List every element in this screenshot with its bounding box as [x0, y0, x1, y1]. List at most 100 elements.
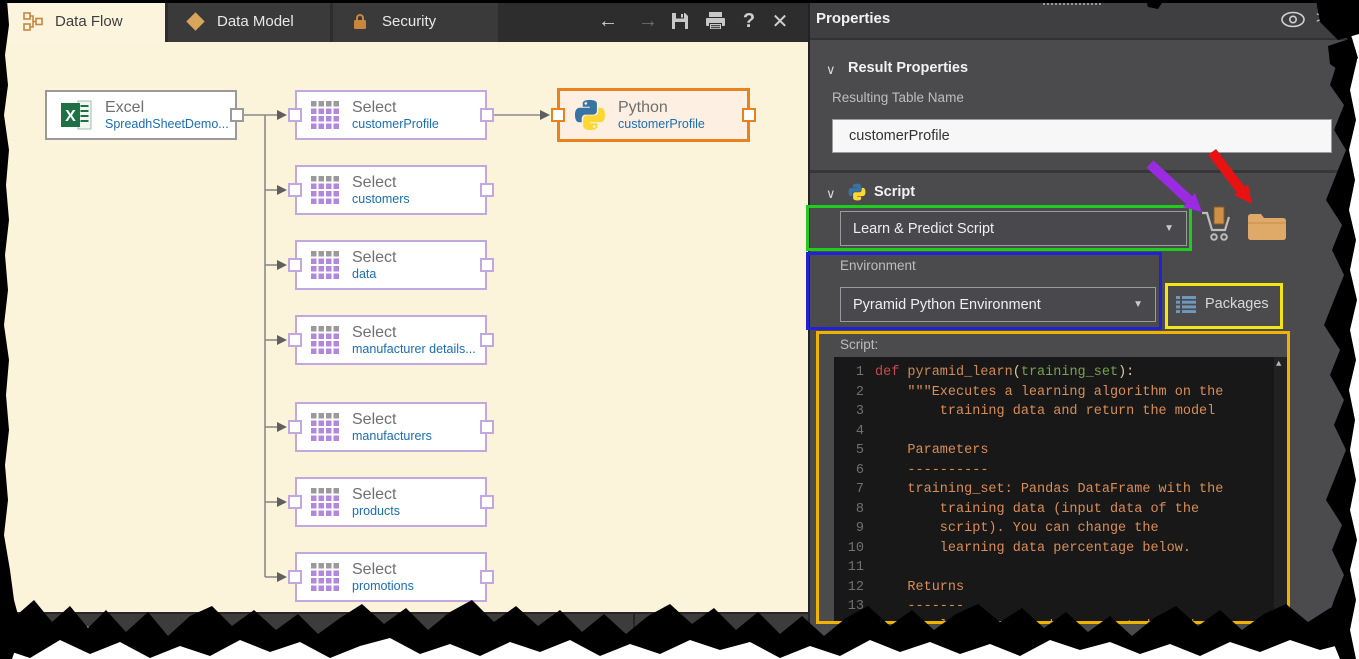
- output-port[interactable]: [230, 108, 244, 122]
- collapse-panel-chevron-icon[interactable]: >: [1316, 8, 1326, 28]
- lock-icon: [349, 11, 371, 31]
- code-lines: 1def pyramid_learn(training_set):2 """Ex…: [834, 357, 1288, 621]
- node-subtitle: customers: [352, 192, 410, 206]
- select-node-manufacturer-details[interactable]: Select manufacturer details...: [295, 315, 487, 365]
- table-grid-icon: [311, 413, 340, 442]
- close-button[interactable]: ✕: [762, 0, 798, 42]
- environment-dropdown[interactable]: Pyramid Python Environment ▼: [840, 287, 1156, 322]
- select-node-promotions[interactable]: Select promotions: [295, 552, 487, 602]
- environment-label: Environment: [840, 258, 916, 273]
- open-folder-icon[interactable]: [1247, 211, 1287, 241]
- node-title: Select: [352, 99, 439, 117]
- node-subtitle: manufacturer details...: [352, 342, 476, 356]
- python-icon: [848, 183, 866, 201]
- node-subtitle: customerProfile: [352, 117, 439, 131]
- resulting-table-name-input[interactable]: customerProfile: [832, 119, 1332, 153]
- output-port[interactable]: [480, 258, 494, 272]
- input-port[interactable]: [288, 333, 302, 347]
- chevron-down-icon[interactable]: ∨: [826, 62, 836, 78]
- save-button[interactable]: [662, 0, 698, 42]
- select-node-customerProfile[interactable]: Select customerProfile: [295, 90, 487, 140]
- output-port[interactable]: [480, 108, 494, 122]
- output-port[interactable]: [480, 570, 494, 584]
- packages-button[interactable]: Packages: [1176, 295, 1269, 313]
- output-port[interactable]: [480, 495, 494, 509]
- dropdown-caret-icon: ▼: [1164, 223, 1174, 234]
- properties-header: Properties >: [810, 0, 1359, 40]
- divider: [218, 614, 220, 650]
- code-scrollbar[interactable]: ▲: [1274, 357, 1288, 621]
- node-title: Select: [352, 486, 400, 504]
- table-grid-icon: [311, 176, 340, 205]
- bottom-tab-preview[interactable]: Prev...: [66, 622, 104, 637]
- excel-node[interactable]: X Excel SpreadhSheetDemo...: [45, 90, 237, 140]
- tab-data-model[interactable]: Data Model: [168, 0, 330, 42]
- select-node-customers[interactable]: Select customers: [295, 165, 487, 215]
- input-port[interactable]: [551, 108, 565, 122]
- back-button[interactable]: ←: [590, 0, 626, 42]
- bottom-tab-collapsed[interactable]: ∧ M...: [232, 622, 268, 638]
- tab-security[interactable]: Security: [333, 0, 498, 42]
- python-icon: [574, 99, 606, 131]
- node-title: Select: [352, 249, 396, 267]
- node-subtitle: promotions: [352, 579, 414, 593]
- input-port[interactable]: [288, 108, 302, 122]
- input-port[interactable]: [288, 183, 302, 197]
- chevron-up-icon: ∧: [232, 622, 242, 637]
- tab-bar: Data Flow Data Model Security ← →: [0, 0, 808, 42]
- print-button[interactable]: [697, 0, 733, 42]
- input-port[interactable]: [288, 570, 302, 584]
- input-port[interactable]: [288, 420, 302, 434]
- app-window: Data Flow Data Model Security ← →: [0, 0, 1359, 659]
- node-subtitle: SpreadhSheetDemo...: [105, 117, 229, 131]
- table-grid-icon: [311, 251, 340, 280]
- scroll-up-icon: ▲: [1276, 359, 1281, 369]
- script-type-dropdown[interactable]: Learn & Predict Script ▼: [840, 211, 1187, 246]
- resulting-table-name-label: Resulting Table Name: [832, 90, 964, 105]
- tab-data-flow[interactable]: Data Flow: [6, 0, 165, 42]
- output-port[interactable]: [480, 420, 494, 434]
- node-subtitle: data: [352, 267, 396, 281]
- node-title: Python: [618, 99, 705, 117]
- chevron-down-icon[interactable]: ∨: [826, 186, 836, 202]
- save-icon: [670, 11, 690, 31]
- script-label: Script:: [840, 337, 878, 352]
- node-title: Select: [352, 324, 476, 342]
- result-properties-title[interactable]: Result Properties: [848, 60, 968, 76]
- python-node[interactable]: Python customerProfile: [557, 88, 750, 142]
- script-section-title[interactable]: Script: [874, 184, 915, 200]
- bottom-bar: Prev... ∧ M...: [0, 612, 808, 650]
- node-title: Select: [352, 174, 410, 192]
- input-port[interactable]: [288, 258, 302, 272]
- script-code-editor[interactable]: 1def pyramid_learn(training_set):2 """Ex…: [834, 357, 1288, 621]
- node-title: Select: [352, 411, 432, 429]
- divider: [445, 614, 447, 650]
- output-port[interactable]: [480, 333, 494, 347]
- data-model-icon: [184, 11, 206, 31]
- select-node-manufacturers[interactable]: Select manufacturers: [295, 402, 487, 452]
- marketplace-cart-icon[interactable]: [1200, 205, 1232, 245]
- drag-handle[interactable]: [1043, 3, 1101, 5]
- output-port[interactable]: [480, 183, 494, 197]
- select-node-data[interactable]: Select data: [295, 240, 487, 290]
- data-flow-icon: [22, 11, 44, 31]
- node-subtitle: products: [352, 504, 400, 518]
- excel-icon: X: [61, 100, 93, 130]
- node-title: Select: [352, 561, 414, 579]
- forward-button[interactable]: →: [630, 0, 666, 42]
- data-flow-canvas[interactable]: X Excel SpreadhSheetDemo... Select custo…: [0, 42, 808, 612]
- tab-label: Security: [382, 13, 436, 30]
- node-title: Excel: [105, 99, 229, 117]
- list-icon: [1176, 295, 1196, 313]
- panel-title: Properties: [816, 10, 890, 27]
- tab-label: Data Model: [217, 13, 294, 30]
- properties-panel: Properties > ∨ Result Properties Resulti…: [808, 0, 1359, 659]
- eye-icon[interactable]: [1280, 11, 1306, 28]
- input-port[interactable]: [288, 495, 302, 509]
- tab-label: Data Flow: [55, 13, 123, 30]
- dropdown-caret-icon: ▼: [1133, 299, 1143, 310]
- output-port[interactable]: [742, 108, 756, 122]
- table-grid-icon: [311, 326, 340, 355]
- node-subtitle: customerProfile: [618, 117, 705, 131]
- select-node-products[interactable]: Select products: [295, 477, 487, 527]
